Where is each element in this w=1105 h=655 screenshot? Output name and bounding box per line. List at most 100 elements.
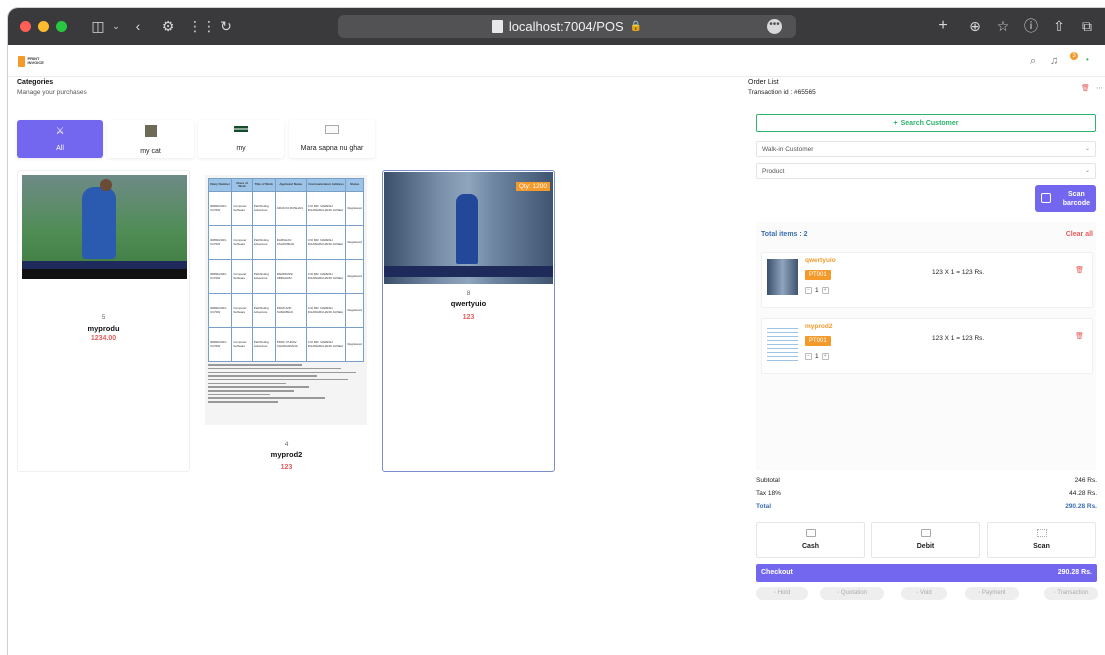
payment-button[interactable]: ◦ Payment [965,587,1019,600]
sidebar-icon[interactable]: ◫ [88,16,108,36]
decrement-button[interactable]: − [805,287,812,294]
info-icon[interactable]: ⓘ [1021,16,1041,36]
hold-button[interactable]: ◦ Hold [756,587,808,600]
product-name: myprodu [87,324,120,333]
doc-cell: PRATHVIK SUDHIBHAI [274,293,307,328]
back-icon[interactable]: ‹ [128,16,148,36]
order-list-title: Order List [748,79,779,86]
share-icon[interactable]: ⇧ [1049,16,1069,36]
close-window-button[interactable] [20,21,31,32]
checkout-amount: 290.28 Rs. [1057,569,1092,576]
tabs-icon[interactable]: ⧉ [1077,16,1097,36]
qr-icon [1036,529,1047,537]
categories-subtitle: Manage your purchases [17,89,87,96]
doc-cell: 30890/2023-CO/SW [207,225,233,260]
transaction-id: Transaction id : #65565 [748,89,816,96]
subtotal-row: Subtotal 246 Rs. [756,477,1097,484]
cart-item-line-total: 123 X 1 = 123 Rs. [932,335,985,342]
scan-barcode-label: Scan barcode [1062,191,1090,207]
doc-cell: PROF. PURAV CHANDARANA [274,327,307,362]
page-icon [491,20,503,33]
plus-icon: + [893,119,898,127]
product-card[interactable]: Diary Number Class of Work Title of Work… [200,170,373,472]
quantity-stepper: − 1 + [805,353,829,360]
category-my[interactable]: my [198,120,284,158]
checkout-button[interactable]: Checkout 290.28 Rs. [756,564,1097,582]
increment-button[interactable]: + [821,287,829,294]
categories-title: Categories [17,79,54,86]
zoom-window-button[interactable] [56,21,67,32]
doc-header-cell: Applicant Name [274,178,307,192]
cash-icon [805,529,816,537]
address-bar[interactable]: localhost:7004/POS 🔒 ••• [338,15,796,38]
tax-row: Tax 18% 44.28 Rs. [756,490,1097,497]
doc-cell: C/O MR. NARESH DILAWARCHAND JAISEA [305,191,347,226]
doc-cell: Pathfinding Adventure [251,327,276,362]
transaction-button[interactable]: ◦ Transaction [1044,587,1098,600]
product-card[interactable]: 5 myprodu 1234.00 [17,170,190,472]
doc-cell: 30890/2023-CO/SW [207,293,233,328]
status-dot-icon: • [1086,55,1089,64]
bell-icon[interactable]: ♫ [1050,55,1058,67]
product-count: 5 [101,314,106,321]
more-icon[interactable]: ••• [767,19,782,34]
more-options-icon[interactable]: ⋯ [1096,84,1103,92]
checkout-label: Checkout [761,569,793,576]
chevron-down-icon[interactable]: ⌄ [106,16,126,36]
minimize-window-button[interactable] [38,21,49,32]
trash-icon[interactable]: 🗑 [1081,84,1090,92]
doc-cell: Registered [345,293,364,328]
star-icon[interactable]: ☆ [993,16,1013,36]
doc-cell: 30890/2023-CO/SW [207,191,233,226]
total-row: Total 290.28 Rs. [756,503,1097,510]
download-icon[interactable]: ⊕ [965,16,985,36]
plus-icon[interactable]: + [933,16,953,36]
scan-button[interactable]: Scan [987,522,1096,558]
chevron-down-icon: ⌄ [1084,168,1090,174]
void-button[interactable]: ◦ Void [901,587,947,600]
doc-cell: 30890/2023-CO/SW [207,327,233,362]
cart-item-thumbnail [767,325,798,361]
cash-button[interactable]: Cash [756,522,865,558]
product-card-selected[interactable]: Qty: 1200 8 qwertyuio 123 [382,170,555,472]
product-name: qwertyuio [450,299,487,308]
doc-cell: C/O MR. NARESH DILAWARCHAND JAISEA [305,327,347,362]
category-my-cat[interactable]: my cat [107,120,194,158]
subtotal-value: 246 Rs. [1074,477,1097,484]
category-all-icon: ⚔ [55,126,65,137]
doc-cell: C/O MR. NARESH DILAWARCHAND JAISEA [305,225,347,260]
trash-icon[interactable]: 🗑 [1075,266,1084,274]
customer-select[interactable]: Walk-in Customer ⌄ [756,141,1096,157]
quantity-value: 1 [815,287,819,294]
doc-cell: 30890/2023-CO/SW [207,259,233,294]
doc-cell: C/O MR. NARESH DILAWARCHAND JAISEA [305,259,347,294]
scan-barcode-button[interactable]: Scan barcode [1035,185,1096,212]
doc-cell: DARSHAN ASHOKBHAI [274,225,307,260]
cart-item-thumbnail [767,259,798,295]
category-label: my cat [140,148,161,155]
search-icon[interactable]: ⌕ [1030,55,1036,68]
category-thumbnail [325,125,339,134]
search-customer-button[interactable]: + Search Customer [756,114,1096,132]
product-image [22,175,187,279]
app-logo[interactable]: PRINT INVOICE [18,54,52,68]
quotation-button[interactable]: ◦ Quotation [820,587,884,600]
document-table: Diary Number Class of Work Title of Work… [207,178,364,362]
product-select[interactable]: Product ⌄ [756,163,1096,179]
doc-header-cell: Diary Number [207,178,233,192]
category-label: Mara sapna nu ghar [300,145,364,152]
doc-cell: C/O MR. NARESH DILAWARCHAND JAISEA [305,293,347,328]
clear-all-button[interactable]: Clear all [1066,231,1093,238]
grid-icon[interactable]: ⋮⋮ [188,16,216,36]
decrement-button[interactable]: − [805,353,812,360]
increment-button[interactable]: + [821,353,829,360]
doc-cell: Registered [345,191,364,226]
cart-item-line-total: 123 X 1 = 123 Rs. [932,269,985,276]
reload-icon[interactable]: ↻ [216,16,236,36]
debit-button[interactable]: Debit [871,522,980,558]
doc-cell: Pathfinding Adventure [251,293,276,328]
settings-icon[interactable]: ⚙ [158,16,178,36]
trash-icon[interactable]: 🗑 [1075,332,1084,340]
category-mara-sapna[interactable]: Mara sapna nu ghar [289,120,375,158]
category-all[interactable]: ⚔ All [17,120,103,158]
